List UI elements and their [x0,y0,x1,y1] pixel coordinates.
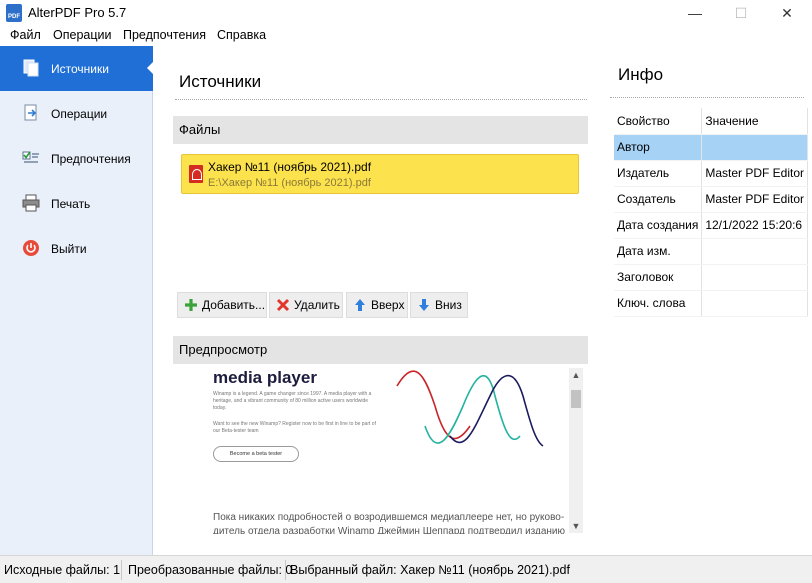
file-list-item[interactable]: Хакер №11 (ноябрь 2021).pdf E:\Хакер №11… [181,154,579,194]
table-row[interactable]: Создатель Master PDF Editor [614,186,809,213]
sidebar-item-operations[interactable]: Операции [0,91,153,136]
sidebar-item-print[interactable]: Печать [0,181,153,226]
pages-icon [23,59,39,77]
table-row[interactable]: Дата создания 12/1/2022 15:20:6 [614,212,809,239]
sidebar-item-label: Источники [51,62,109,76]
sidebar-item-label: Операции [51,107,108,121]
add-button[interactable]: Добавить... [177,292,267,318]
move-down-button[interactable]: Вниз [410,292,468,318]
info-panel: Инфо Свойство Значение Автор Издатель Ma… [606,46,812,555]
sidebar-item-label: Выйти [51,242,87,256]
preview-line: Winamp is a legend. A game changer since… [213,391,372,397]
sources-panel: Источники Файлы Хакер №11 (ноябрь 2021).… [163,46,596,555]
status-source-files: Исходные файлы: 1 [4,563,121,577]
plus-icon [185,299,197,311]
preview-line: today. [213,405,227,411]
property-key: Дата изм. [614,238,703,265]
status-bar: Исходные файлы: 1 Преобразованные файлы:… [0,555,812,583]
preview-scrollbar[interactable]: ▲ ▼ [569,368,583,533]
property-key: Дата создания [614,212,703,239]
pdf-file-icon [189,165,203,183]
preview-body-text: дитель отдела разработки Winamp Джеймин … [213,526,566,534]
property-value[interactable] [701,238,809,265]
files-section-header: Файлы [173,116,588,144]
active-caret-icon [147,62,153,74]
property-value[interactable]: Master PDF Editor [701,160,809,187]
menu-operations[interactable]: Операции [53,28,111,42]
delete-x-icon [276,298,290,312]
preview-heading: media player [213,368,317,387]
property-key: Заголовок [614,264,703,291]
window-title: AlterPDF Pro 5.7 [28,5,127,20]
waveform-graphic-icon [396,370,544,447]
sidebar: Источники Операции Предпочтения Печать В… [0,46,153,555]
preview-line: our Beta-tester team [213,428,259,434]
property-value[interactable] [701,290,809,317]
scroll-down-icon[interactable]: ▼ [569,519,583,533]
column-header: Свойство [614,108,703,135]
table-row[interactable]: Ключ. слова [614,290,809,317]
sidebar-item-sources[interactable]: Источники [0,46,153,91]
arrow-up-icon [355,299,365,311]
preview-body-text: Пока никаких подробностей о возродившемс… [213,512,565,523]
table-row[interactable]: Заголовок [614,264,809,291]
info-title: Инфо [618,65,664,84]
file-name: Хакер №11 (ноябрь 2021).pdf [208,160,372,174]
maximize-button[interactable]: ☐ [718,0,764,26]
document-arrow-icon [24,104,37,121]
sidebar-item-preferences[interactable]: Предпочтения [0,136,153,181]
move-down-label: Вниз [435,298,462,312]
add-button-label: Добавить... [202,298,266,312]
menu-bar: Файл Операции Предпочтения Справка [0,26,812,46]
preview-section-header: Предпросмотр [173,336,588,364]
move-up-label: Вверх [371,298,405,312]
property-key: Создатель [614,186,703,213]
app-pdf-icon: PDF [6,4,22,22]
table-row[interactable]: Автор [614,134,809,161]
divider [175,99,587,100]
property-key: Ключ. слова [614,290,703,317]
move-up-button[interactable]: Вверх [346,292,408,318]
delete-button[interactable]: Удалить [269,292,343,318]
page-title: Источники [179,72,262,91]
preview-line: Want to see the new Winamp? Register now… [213,421,376,427]
status-separator [285,560,286,580]
preview-line: heritage, and a vibrant community of 80 … [213,398,369,404]
status-separator [121,560,122,580]
arrow-down-icon [419,299,429,311]
property-key: Автор [614,134,703,161]
scroll-up-icon[interactable]: ▲ [569,368,583,382]
scroll-thumb[interactable] [571,390,581,408]
status-converted-files: Преобразованные файлы: 0 [128,563,293,577]
preview-cta: Become a beta tester [213,446,299,462]
properties-table: Свойство Значение Автор Издатель Master … [614,108,809,317]
property-value[interactable]: Master PDF Editor [701,186,809,213]
table-header-row: Свойство Значение [614,108,809,135]
property-key: Издатель [614,160,703,187]
menu-preferences[interactable]: Предпочтения [123,28,206,42]
minimize-button[interactable]: — [672,0,718,26]
sidebar-item-label: Предпочтения [51,152,131,166]
delete-button-label: Удалить [294,298,340,312]
sidebar-item-label: Печать [51,197,91,211]
divider [610,97,804,98]
menu-file[interactable]: Файл [10,28,41,42]
pdf-preview[interactable]: media player Winamp is a legend. A game … [175,366,583,534]
status-selected-file: Выбранный файл: Хакер №11 (ноябрь 2021).… [290,563,570,577]
app-window: PDF AlterPDF Pro 5.7 — ☐ ✕ Файл Операции… [0,0,812,583]
table-row[interactable]: Дата изм. [614,238,809,265]
property-value[interactable]: 12/1/2022 15:20:6 [701,212,809,239]
table-row[interactable]: Издатель Master PDF Editor [614,160,809,187]
property-value[interactable] [701,134,809,161]
checklist-icon [22,151,39,163]
power-icon [23,240,39,256]
property-value[interactable] [701,264,809,291]
menu-help[interactable]: Справка [217,28,266,42]
printer-icon [22,194,40,212]
sidebar-item-exit[interactable]: Выйти [0,226,153,271]
column-header: Значение [701,108,809,135]
title-bar: PDF AlterPDF Pro 5.7 — ☐ ✕ [0,0,812,26]
file-path: E:\Хакер №11 (ноябрь 2021).pdf [208,177,371,189]
close-button[interactable]: ✕ [764,0,810,26]
